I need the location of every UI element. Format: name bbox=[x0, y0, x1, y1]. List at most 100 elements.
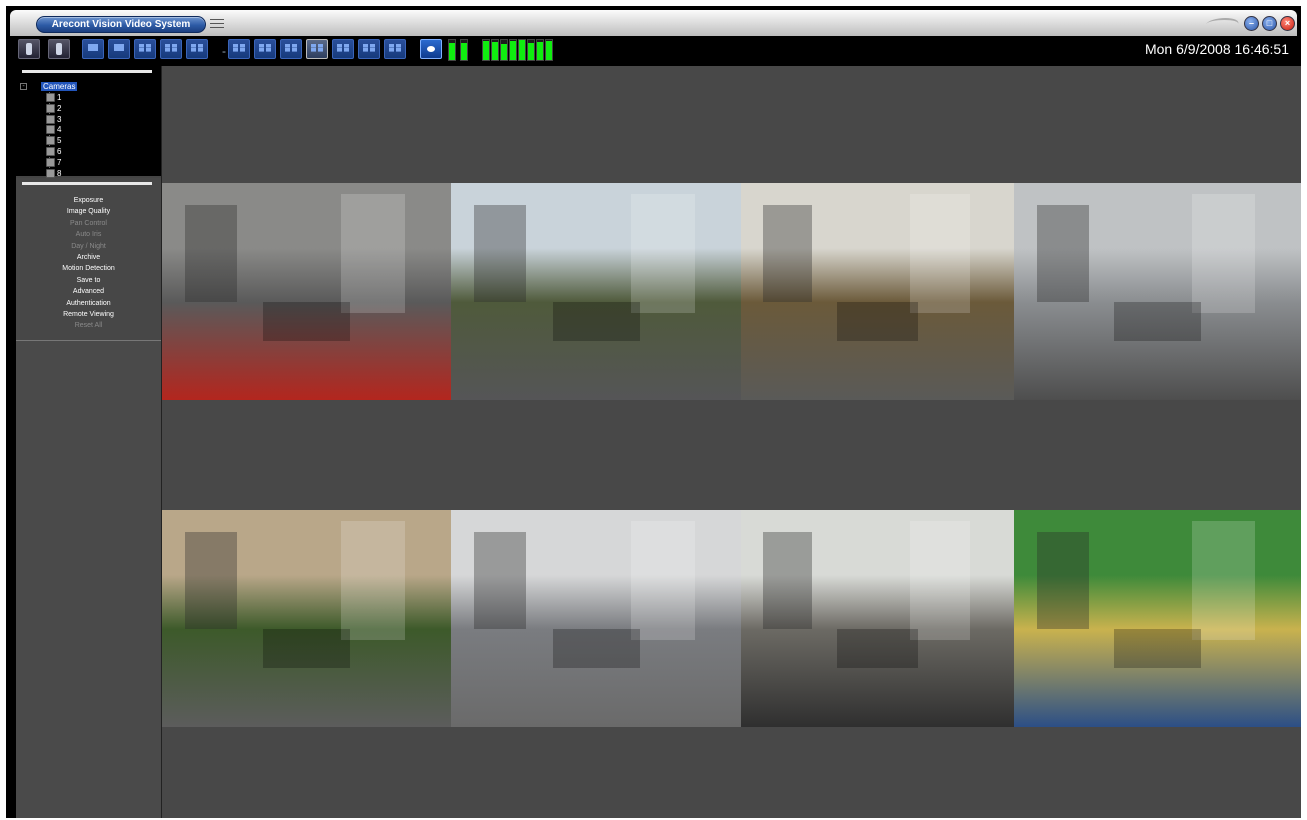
control-pan-control: Pan Control bbox=[70, 219, 107, 227]
tree-camera-3[interactable]: 3 bbox=[46, 114, 61, 125]
snapshot-button[interactable] bbox=[420, 39, 442, 59]
control-authentication[interactable]: Authentication bbox=[16, 298, 161, 309]
tree-root[interactable]: - Cameras bbox=[20, 82, 78, 91]
camera-icon bbox=[46, 136, 55, 146]
collapse-icon[interactable]: - bbox=[20, 83, 27, 90]
camera-icon bbox=[46, 125, 55, 135]
tree-camera-label: 2 bbox=[57, 103, 62, 113]
layout-c-button[interactable] bbox=[280, 39, 302, 59]
control-day-night: Day / Night bbox=[71, 242, 106, 250]
feed-detail bbox=[1114, 302, 1201, 342]
feed-detail bbox=[185, 531, 238, 630]
tree-camera-label: 7 bbox=[57, 157, 62, 167]
layout-2x4-button[interactable] bbox=[306, 39, 328, 59]
camera-3-feed-cable-car[interactable] bbox=[741, 183, 1014, 400]
feed-detail bbox=[185, 204, 238, 303]
control-advanced[interactable]: Advanced bbox=[16, 286, 161, 297]
feed-detail bbox=[552, 302, 640, 342]
bandwidth-meter-7 bbox=[518, 39, 526, 61]
feed-detail bbox=[910, 520, 971, 641]
close-button[interactable]: × bbox=[1280, 16, 1295, 31]
bandwidth-meter-6 bbox=[509, 39, 517, 61]
tree-camera-1[interactable]: 1 bbox=[46, 92, 61, 103]
feed-detail bbox=[762, 204, 812, 303]
tree-camera-4[interactable]: 4 bbox=[46, 124, 61, 135]
tree-camera-label: 3 bbox=[57, 114, 62, 124]
control-save-to[interactable]: Save to bbox=[16, 275, 161, 286]
video-grid bbox=[162, 66, 1301, 818]
bandwidth-meter-9 bbox=[536, 39, 544, 61]
tree-header-bar bbox=[22, 70, 152, 73]
feed-detail bbox=[552, 629, 640, 669]
control-auto-iris: Auto Iris bbox=[75, 231, 102, 239]
camera-6-feed-downtown-intersection[interactable] bbox=[451, 510, 741, 727]
camera-icon bbox=[46, 114, 55, 124]
settings-tool-icon[interactable] bbox=[48, 39, 70, 59]
maximize-button[interactable]: □ bbox=[1262, 16, 1277, 31]
camera-8-feed-baseball-stadium[interactable] bbox=[1014, 510, 1301, 727]
tree-camera-7[interactable]: 7 bbox=[46, 157, 61, 168]
swoosh-logo-icon bbox=[1202, 18, 1242, 30]
tree-camera-2[interactable]: 2 bbox=[46, 103, 61, 114]
feed-detail bbox=[1036, 204, 1089, 303]
feed-detail bbox=[1191, 520, 1256, 641]
feed-detail bbox=[474, 531, 527, 630]
tree-camera-label: 6 bbox=[57, 147, 62, 156]
feed-detail bbox=[1114, 629, 1201, 669]
control-archive[interactable]: Archive bbox=[16, 252, 161, 263]
app-title: Arecont Vision Video System bbox=[36, 16, 206, 33]
layout-a-button[interactable] bbox=[228, 39, 250, 59]
bandwidth-meter-10 bbox=[545, 39, 553, 61]
control-exposure[interactable]: Exposure bbox=[16, 195, 161, 206]
title-bar[interactable]: Arecont Vision Video System – □ × bbox=[10, 10, 1297, 36]
control-image-quality[interactable]: Image Quality bbox=[16, 206, 161, 217]
feed-detail bbox=[341, 193, 405, 314]
tree-camera-label: 8 bbox=[57, 168, 62, 178]
left-panel: - Cameras 12345678 Exposure Image Quality… bbox=[16, 66, 162, 818]
camera-7-feed-office-cubicles[interactable] bbox=[741, 510, 1014, 727]
layout-d-button[interactable] bbox=[332, 39, 354, 59]
toolbar-separator: - bbox=[222, 44, 226, 58]
control-reset-all: Reset All bbox=[74, 322, 103, 330]
camera-controls: Exposure Image Quality Pan Control Auto Iri… bbox=[16, 178, 161, 341]
feed-detail bbox=[836, 629, 919, 669]
tree-camera-label: 5 bbox=[57, 136, 62, 146]
layout-f-button[interactable] bbox=[384, 39, 406, 59]
bandwidth-meter-4 bbox=[491, 39, 499, 61]
bandwidth-meter-1 bbox=[448, 39, 456, 61]
layout-3x3-button[interactable] bbox=[160, 39, 182, 59]
tree-camera-label: 4 bbox=[57, 125, 62, 135]
feed-detail bbox=[630, 520, 695, 641]
layout-single-button[interactable] bbox=[108, 39, 130, 59]
camera-1-feed-parking-lot[interactable] bbox=[162, 183, 451, 400]
controls-header-bar bbox=[22, 182, 152, 185]
layout-4x4-button[interactable] bbox=[186, 39, 208, 59]
bandwidth-meter-3 bbox=[482, 39, 490, 61]
camera-tree: - Cameras 12345678 bbox=[16, 66, 161, 178]
camera-icon bbox=[46, 103, 55, 113]
layout-e-button[interactable] bbox=[358, 39, 380, 59]
tree-camera-5[interactable]: 5 bbox=[46, 135, 61, 146]
feed-detail bbox=[1036, 531, 1089, 630]
bandwidth-meter-2 bbox=[460, 39, 468, 61]
menu-icon[interactable] bbox=[210, 19, 224, 28]
layout-2x2-button[interactable] bbox=[134, 39, 156, 59]
tree-camera-8[interactable]: 8 bbox=[46, 168, 61, 179]
camera-5-feed-street-palms[interactable] bbox=[162, 510, 451, 727]
bandwidth-meter-8 bbox=[527, 39, 535, 61]
tree-root-label: Cameras bbox=[41, 82, 78, 91]
camera-setup-icon[interactable] bbox=[18, 39, 40, 59]
layout-1x1-button[interactable] bbox=[82, 39, 104, 59]
minimize-button[interactable]: – bbox=[1244, 16, 1259, 31]
feed-detail bbox=[263, 302, 350, 342]
feed-detail bbox=[263, 629, 350, 669]
camera-4-feed-city-bus[interactable] bbox=[1014, 183, 1301, 400]
control-remote-viewing[interactable]: Remote Viewing bbox=[16, 309, 161, 320]
feed-detail bbox=[762, 531, 812, 630]
tree-camera-label: 1 bbox=[57, 93, 62, 102]
feed-detail bbox=[630, 193, 695, 314]
control-motion-detection[interactable]: Motion Detection bbox=[16, 263, 161, 274]
camera-2-feed-highway[interactable] bbox=[451, 183, 741, 400]
tree-camera-6[interactable]: 6 bbox=[46, 146, 61, 157]
layout-b-button[interactable] bbox=[254, 39, 276, 59]
